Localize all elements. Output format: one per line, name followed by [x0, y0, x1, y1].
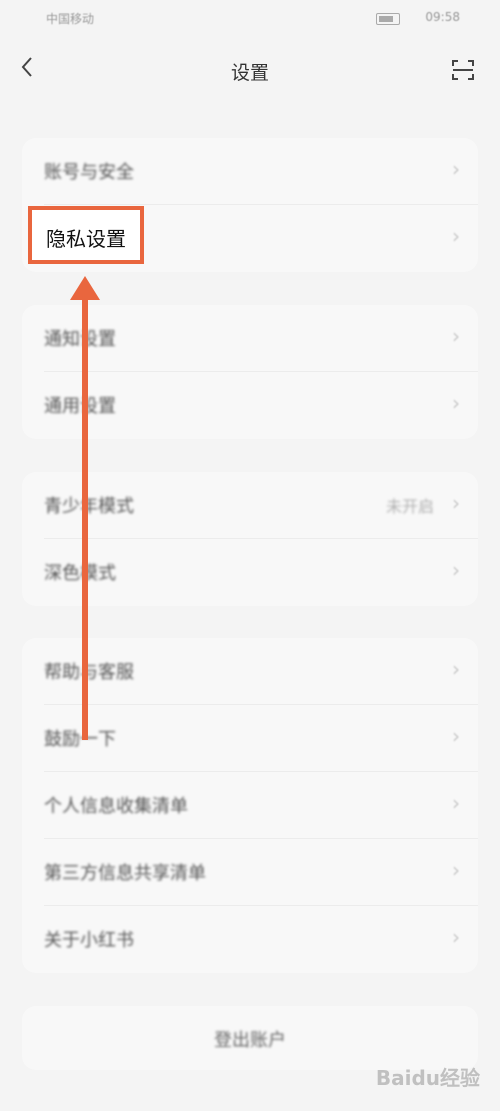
watermark: Baidu经验	[375, 1066, 480, 1090]
arrow-head	[70, 276, 100, 300]
arrow-annotation	[70, 276, 100, 740]
